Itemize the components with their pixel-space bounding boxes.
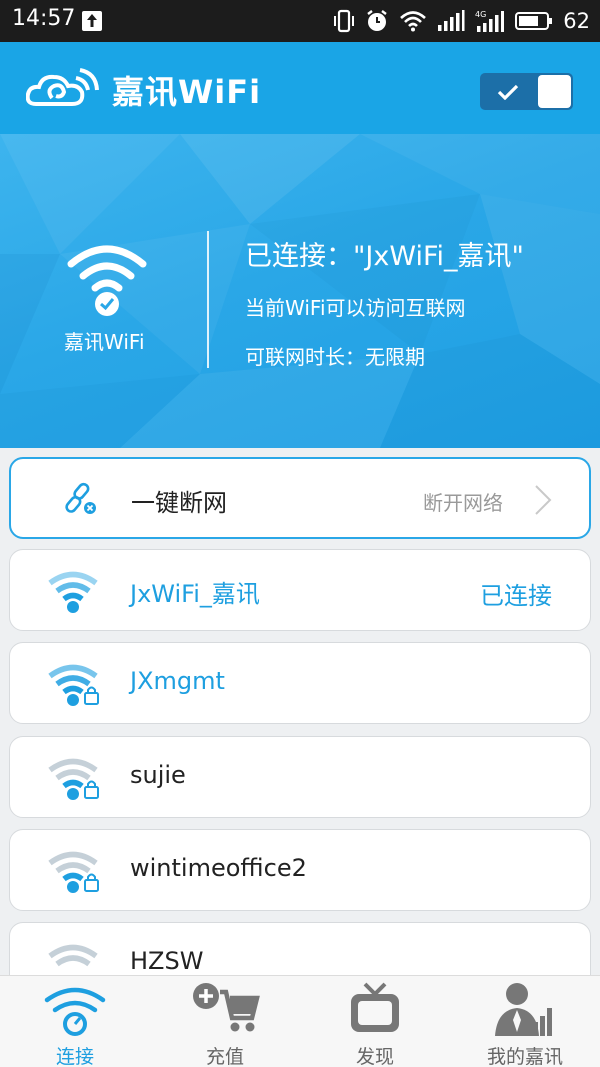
check-icon bbox=[480, 73, 535, 110]
online-duration: 可联网时长：无限期 bbox=[245, 345, 425, 369]
network-item[interactable]: wintimeoffice2 bbox=[9, 829, 591, 911]
svg-text:4G: 4G bbox=[475, 10, 486, 19]
vibrate-icon bbox=[334, 9, 355, 33]
internet-status: 当前WiFi可以访问互联网 bbox=[245, 296, 466, 320]
upload-notification-icon bbox=[82, 11, 102, 31]
network-status: 已连接 bbox=[480, 582, 552, 610]
status-icons: 4G 62 bbox=[333, 6, 590, 36]
bottom-nav: 连接 充值 发现 我的嘉讯 bbox=[0, 975, 600, 1067]
network-name: wintimeoffice2 bbox=[130, 854, 307, 882]
connection-status-panel: 嘉讯WiFi 已连接："JxWiFi_嘉讯" 当前WiFi可以访问互联网 可联网… bbox=[0, 134, 600, 448]
tab-recharge[interactable]: 充值 bbox=[150, 976, 300, 1067]
network-item[interactable]: JXmgmt bbox=[9, 642, 591, 724]
alarm-icon bbox=[367, 10, 387, 31]
network-name: JxWiFi_嘉讯 bbox=[130, 580, 260, 608]
wifi-status-icon bbox=[400, 11, 427, 32]
tab-discover[interactable]: 发现 bbox=[300, 976, 450, 1067]
disconnect-action-text: 断开网络 bbox=[423, 491, 503, 515]
tv-icon bbox=[351, 982, 399, 1032]
battery-icon bbox=[515, 12, 553, 30]
connected-status: 已连接："JxWiFi_嘉讯" bbox=[245, 241, 524, 272]
tab-label: 发现 bbox=[355, 1046, 394, 1067]
tab-label: 充值 bbox=[205, 1046, 244, 1067]
wifi-locked-icon bbox=[48, 664, 99, 706]
toggle-knob bbox=[538, 75, 571, 108]
wifi-toggle-switch[interactable] bbox=[480, 73, 573, 110]
tab-my-jiaxun[interactable]: 我的嘉讯 bbox=[450, 976, 600, 1067]
wifi-connect-icon bbox=[44, 987, 106, 1036]
network-item[interactable]: sujie bbox=[9, 736, 591, 818]
signal-icon bbox=[438, 10, 465, 31]
broken-link-icon bbox=[65, 482, 96, 514]
tab-label: 连接 bbox=[55, 1046, 94, 1067]
user-chart-icon bbox=[495, 983, 552, 1036]
wifi-locked-icon bbox=[48, 758, 99, 800]
signal-4g-icon: 4G bbox=[475, 10, 505, 32]
cart-add-icon bbox=[193, 983, 260, 1032]
status-bar: 14:57 4G 62 bbox=[0, 0, 600, 42]
hero-divider bbox=[207, 231, 209, 368]
jiaxun-logo-icon bbox=[26, 68, 99, 106]
network-item[interactable]: JxWiFi_嘉讯 已连接 bbox=[9, 549, 591, 631]
network-name: sujie bbox=[130, 761, 186, 789]
wifi-connected-icon bbox=[67, 245, 147, 316]
wifi-locked-icon bbox=[48, 851, 99, 893]
network-name: JXmgmt bbox=[130, 667, 225, 695]
tab-label: 我的嘉讯 bbox=[486, 1046, 563, 1067]
battery-level: 62 bbox=[563, 9, 590, 33]
one-click-disconnect[interactable]: 一键断网 断开网络 bbox=[9, 457, 591, 539]
disconnect-label: 一键断网 bbox=[131, 489, 227, 517]
status-time: 14:57 bbox=[12, 6, 76, 31]
wifi-signal-icon bbox=[48, 571, 98, 613]
app-title: 嘉讯WiFi bbox=[112, 73, 262, 111]
app-header: 嘉讯WiFi bbox=[0, 42, 600, 134]
network-name: HZSW bbox=[130, 947, 204, 975]
tab-connect[interactable]: 连接 bbox=[0, 976, 150, 1067]
chevron-right-icon bbox=[535, 485, 552, 515]
hero-wifi-caption: 嘉讯WiFi bbox=[64, 330, 145, 354]
